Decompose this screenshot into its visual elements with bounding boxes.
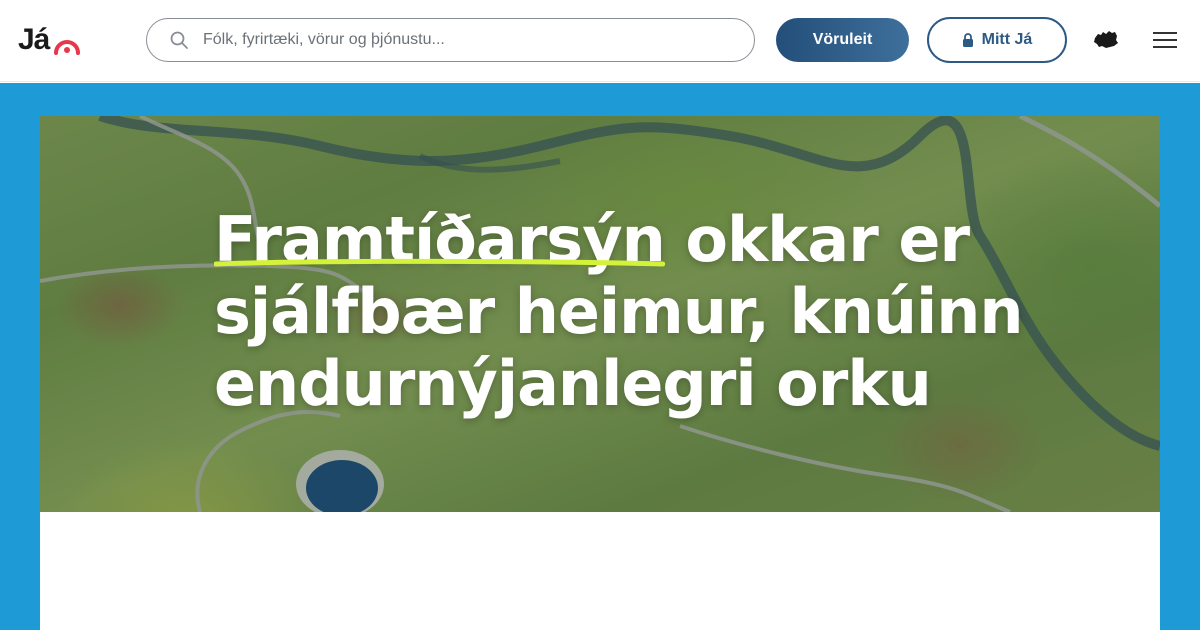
mitt-ja-label: Mitt Já — [981, 31, 1033, 48]
mitt-ja-button[interactable]: Mitt Já — [927, 17, 1067, 63]
logo-arc-icon — [54, 40, 81, 55]
ja-logo[interactable]: Já — [18, 20, 98, 60]
hero-title-line2: sjálfbær heimur, knúinn — [214, 275, 1024, 348]
search-bar[interactable] — [146, 18, 755, 62]
hero-title-highlight: Framtíðarsýn — [214, 203, 666, 276]
search-icon — [170, 31, 188, 49]
highlight-underline — [214, 258, 665, 267]
hamburger-menu-icon[interactable] — [1153, 30, 1177, 50]
hero-title: Framtíðarsýn okkar er sjálfbær heimur, k… — [214, 204, 1114, 420]
lock-icon — [962, 33, 973, 47]
site-header: Já Vöruleit Mitt Já — [0, 0, 1200, 82]
hero-title-line1-rest: okkar er — [664, 203, 970, 276]
iceland-map-icon[interactable] — [1092, 28, 1120, 52]
content-panel — [40, 512, 1160, 630]
search-input[interactable] — [203, 31, 723, 49]
hero-title-line3: endurnýjanlegri orku — [214, 347, 932, 420]
logo-text: Já — [18, 23, 50, 56]
voruleit-button[interactable]: Vöruleit — [776, 18, 909, 62]
hero-banner: Framtíðarsýn okkar er sjálfbær heimur, k… — [40, 116, 1160, 512]
